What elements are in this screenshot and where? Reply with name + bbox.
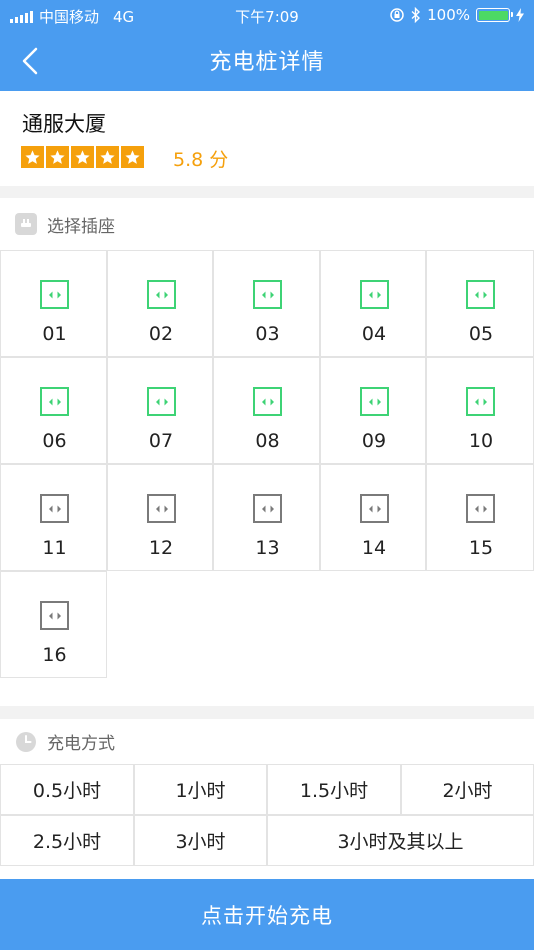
socket-number: 02 (148, 323, 174, 345)
station-name: 通服大厦 (22, 112, 106, 136)
socket-available-icon (466, 387, 495, 416)
socket-number: 09 (361, 430, 387, 452)
battery-percent: 100% (427, 6, 470, 24)
socket-cell-12[interactable]: 12 (107, 464, 213, 571)
start-charging-button[interactable]: 点击开始充电 (0, 879, 534, 950)
socket-cell-13[interactable]: 13 (213, 464, 320, 571)
socket-unavailable-icon (40, 494, 69, 523)
socket-unavailable-icon (253, 494, 282, 523)
rating-stars (21, 146, 144, 168)
rating-score: 5.8 分 (173, 149, 229, 171)
socket-section-header: 选择插座 (0, 198, 534, 250)
socket-number: 16 (42, 644, 67, 666)
app-header: 中国移动 4G 下午7:09 100% 充电桩详情 (0, 0, 534, 91)
socket-number: 10 (468, 430, 494, 452)
star-icon (46, 146, 69, 168)
socket-cell-11[interactable]: 11 (0, 464, 107, 571)
charge-mode-option[interactable]: 1.5小时 (267, 764, 401, 815)
mode-section-header: 充电方式 (0, 719, 534, 764)
charge-mode-section: 充电方式 0.5小时 1小时 1.5小时 2小时 2.5小时 3小时 3小时及其以上 (0, 719, 534, 879)
nav-bar: 充电桩详情 (0, 30, 534, 91)
socket-available-icon (360, 387, 389, 416)
plug-icon (15, 213, 37, 235)
socket-number: 01 (42, 323, 67, 345)
socket-unavailable-icon (147, 494, 176, 523)
status-bar: 中国移动 4G 下午7:09 100% (0, 0, 534, 30)
star-icon (96, 146, 119, 168)
socket-cell-01[interactable]: 01 (0, 250, 107, 357)
socket-available-icon (360, 280, 389, 309)
socket-section: 选择插座 01 02 03 04 05 06 07 08 09 10 11 12 13 14 15 16 (0, 198, 534, 706)
socket-number: 14 (361, 537, 387, 559)
star-icon (21, 146, 44, 168)
socket-available-icon (147, 280, 176, 309)
charge-mode-option[interactable]: 2小时 (401, 764, 534, 815)
socket-available-icon (40, 280, 69, 309)
socket-cell-15[interactable]: 15 (426, 464, 534, 571)
socket-cell-05[interactable]: 05 (426, 250, 534, 357)
socket-number: 12 (148, 537, 174, 559)
star-icon (71, 146, 94, 168)
socket-cell-02[interactable]: 02 (107, 250, 213, 357)
socket-cell-06[interactable]: 06 (0, 357, 107, 464)
socket-number: 06 (42, 430, 67, 452)
mode-section-title: 充电方式 (47, 734, 115, 754)
socket-section-title: 选择插座 (47, 216, 115, 237)
socket-unavailable-icon (40, 601, 69, 630)
star-icon (121, 146, 144, 168)
socket-unavailable-icon (466, 494, 495, 523)
socket-number: 13 (255, 537, 280, 559)
socket-cell-07[interactable]: 07 (107, 357, 213, 464)
charge-mode-option[interactable]: 1小时 (134, 764, 267, 815)
socket-available-icon (147, 387, 176, 416)
socket-number: 07 (148, 430, 174, 452)
station-card: 通服大厦 (0, 91, 534, 186)
socket-available-icon (466, 280, 495, 309)
bluetooth-icon (411, 7, 421, 23)
socket-number: 03 (255, 323, 280, 345)
charge-mode-option[interactable]: 3小时及其以上 (267, 815, 534, 866)
socket-number: 11 (42, 537, 67, 559)
charge-mode-option[interactable]: 2.5小时 (0, 815, 134, 866)
socket-available-icon (253, 280, 282, 309)
socket-number: 15 (468, 537, 494, 559)
battery-icon (476, 8, 513, 22)
orientation-lock-icon (390, 8, 404, 22)
socket-cell-03[interactable]: 03 (213, 250, 320, 357)
charge-mode-option[interactable]: 3小时 (134, 815, 267, 866)
socket-unavailable-icon (360, 494, 389, 523)
charging-bolt-icon (516, 8, 524, 22)
socket-number: 04 (361, 323, 387, 345)
socket-cell-09[interactable]: 09 (320, 357, 426, 464)
clock-icon (16, 731, 36, 752)
socket-cell-16[interactable]: 16 (0, 571, 107, 678)
socket-cell-08[interactable]: 08 (213, 357, 320, 464)
page-title: 充电桩详情 (209, 50, 325, 75)
charge-mode-option[interactable]: 0.5小时 (0, 764, 134, 815)
socket-cell-10[interactable]: 10 (426, 357, 534, 464)
socket-number: 08 (255, 430, 280, 452)
socket-available-icon (253, 387, 282, 416)
status-right: 100% (389, 6, 524, 24)
socket-cell-04[interactable]: 04 (320, 250, 426, 357)
socket-available-icon (40, 387, 69, 416)
socket-cell-14[interactable]: 14 (320, 464, 426, 571)
socket-number: 05 (468, 323, 494, 345)
